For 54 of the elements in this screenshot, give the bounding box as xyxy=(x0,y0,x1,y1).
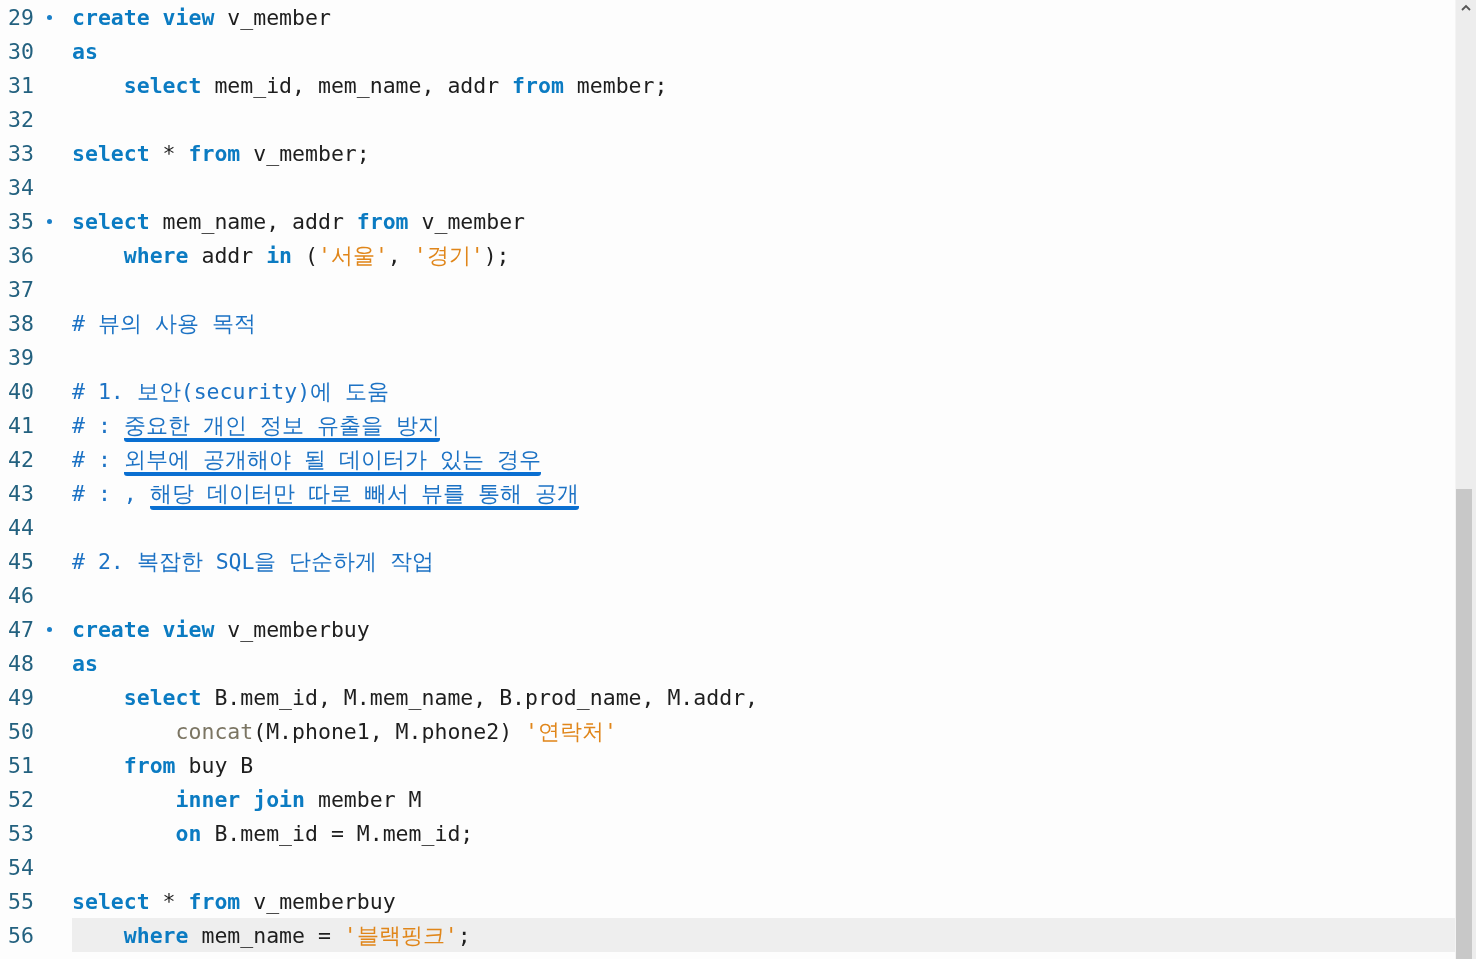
fold-marker-icon[interactable] xyxy=(46,14,52,20)
code-line: on B.mem_id = M.mem_id; xyxy=(175,820,474,846)
line-number: 44 xyxy=(8,514,35,540)
fold-marker-icon[interactable] xyxy=(46,626,52,632)
line-number: 39 xyxy=(8,344,35,370)
line-number: 38 xyxy=(8,310,35,336)
line-number: 55 xyxy=(8,888,35,914)
code-line: # 2. 복잡한 SQL을 단순하게 작업 xyxy=(72,547,435,576)
line-number: 37 xyxy=(8,276,35,302)
line-number: 45 xyxy=(8,548,35,574)
code-line: select B.mem_id, M.mem_name, B.prod_name, M.addr, xyxy=(123,684,759,710)
code-line: # : 외부에 공개해야 될 데이터가 있는 경우 xyxy=(72,444,541,474)
code-line: # 뷰의 사용 목적 xyxy=(72,309,256,338)
line-number: 54 xyxy=(8,854,35,880)
line-number: 29 xyxy=(8,4,35,30)
line-number: 53 xyxy=(8,820,35,846)
vertical-scrollbar[interactable] xyxy=(1455,0,1476,959)
code-line: create view v_memberbuy xyxy=(72,616,370,642)
line-number: 56 xyxy=(8,922,35,948)
code-line: from buy B xyxy=(123,752,254,778)
code-line: select mem_name, addr from v_member xyxy=(72,208,526,234)
code-line: where addr in ('서울', '경기'); xyxy=(123,241,510,270)
fold-marker-icon[interactable] xyxy=(46,218,52,224)
line-number: 32 xyxy=(8,106,35,132)
line-number: 42 xyxy=(8,446,35,472)
code-line: as xyxy=(72,650,98,676)
code-line: select * from v_memberbuy xyxy=(72,888,396,914)
line-number: 52 xyxy=(8,786,35,812)
code-line: # : , 해당 데이터만 따로 빼서 뷰를 통해 공개 xyxy=(72,478,580,508)
code-line: as xyxy=(72,38,98,64)
line-number: 40 xyxy=(8,378,35,404)
line-number: 43 xyxy=(8,480,35,506)
line-number: 50 xyxy=(8,718,35,744)
line-number: 49 xyxy=(8,684,35,710)
line-number: 36 xyxy=(8,242,35,268)
line-number: 41 xyxy=(8,412,35,438)
line-number: 34 xyxy=(8,174,35,200)
code-line: select * from v_member; xyxy=(72,140,370,166)
line-number: 48 xyxy=(8,650,35,676)
code-line: # 1. 보안(security)에 도움 xyxy=(72,377,390,406)
line-number: 30 xyxy=(8,38,35,64)
line-number: 35 xyxy=(8,208,35,234)
code-line: select mem_id, mem_name, addr from member; xyxy=(123,72,668,98)
scrollbar-thumb[interactable] xyxy=(1456,489,1472,959)
line-number: 46 xyxy=(8,582,35,608)
code-line: inner join member M xyxy=(175,786,422,812)
code-line: create view v_member xyxy=(72,4,331,30)
code-line: concat(M.phone1, M.phone2) '연락처' xyxy=(175,717,617,746)
line-number: 51 xyxy=(8,752,35,778)
line-number: 47 xyxy=(8,616,35,642)
line-number: 31 xyxy=(8,72,35,98)
code-line: # : 중요한 개인 정보 유출을 방지 xyxy=(72,410,440,440)
line-number: 33 xyxy=(8,140,35,166)
code-line: where mem_name = '블랙핑크'; xyxy=(123,921,471,950)
